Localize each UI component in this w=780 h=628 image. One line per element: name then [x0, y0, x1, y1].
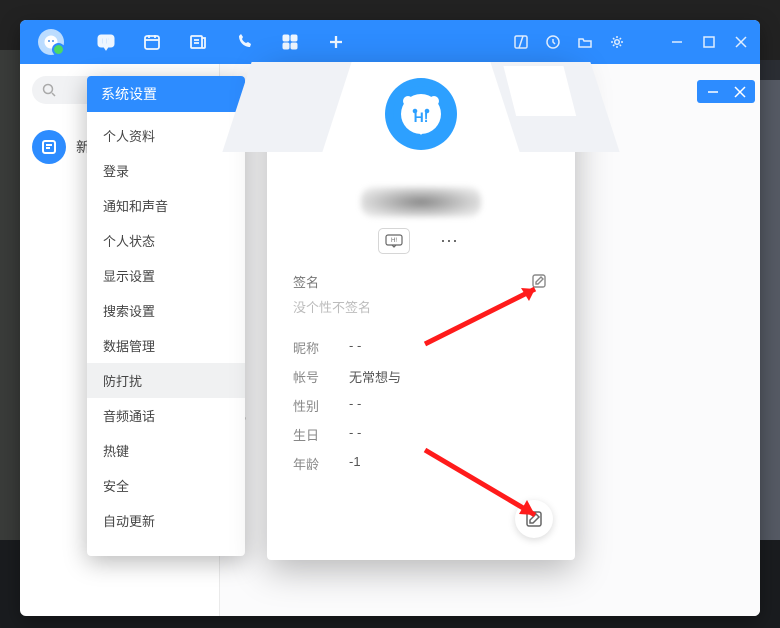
annotation-arrow	[415, 274, 565, 354]
tab-calendar[interactable]	[142, 32, 162, 52]
svg-text:H!: H!	[414, 109, 429, 125]
field-label: 昵称	[293, 338, 323, 357]
settings-item-0[interactable]: 个人资料	[87, 118, 245, 153]
field-value: -1	[349, 454, 361, 473]
calendar-icon	[143, 33, 161, 51]
screenshot-button[interactable]	[514, 35, 528, 49]
conversation-avatar	[32, 130, 66, 164]
window-close[interactable]	[734, 35, 748, 49]
tab-call[interactable]	[234, 32, 254, 52]
news-icon	[189, 33, 207, 51]
status-online-dot	[52, 43, 65, 56]
settings-item-5[interactable]: 搜索设置	[87, 293, 245, 328]
settings-item-8[interactable]: 音频通话	[87, 398, 245, 433]
settings-item-2[interactable]: 通知和声音	[87, 188, 245, 223]
gear-icon	[610, 35, 624, 49]
tab-add[interactable]	[326, 32, 346, 52]
settings-button[interactable]	[610, 35, 624, 49]
profile-actions: H! ···	[267, 228, 575, 254]
titlebar-tabs: H!	[96, 32, 346, 52]
settings-item-10[interactable]: 安全	[87, 468, 245, 503]
settings-item-11[interactable]: 自动更新	[87, 503, 245, 538]
signature-label: 签名	[293, 272, 319, 291]
background-window-controls	[697, 80, 755, 103]
profile-header: H!	[267, 62, 575, 182]
profile-field: 帐号 无常想与	[293, 367, 549, 386]
bg-minimize[interactable]	[705, 84, 720, 99]
settings-item-4[interactable]: 显示设置	[87, 258, 245, 293]
settings-panel: 系统设置 个人资料登录通知和声音个人状态显示设置搜索设置数据管理防打扰音频通话热…	[87, 76, 245, 556]
tab-chat[interactable]: H!	[96, 32, 116, 52]
settings-item-1[interactable]: 登录	[87, 153, 245, 188]
close-icon	[734, 35, 748, 49]
settings-title: 系统设置	[87, 76, 245, 112]
profile-field: 性别 - -	[293, 396, 549, 415]
send-message-button[interactable]: H!	[378, 228, 410, 254]
user-avatar[interactable]	[38, 29, 64, 55]
avatar-icon: H!	[393, 86, 449, 142]
history-button[interactable]	[546, 35, 560, 49]
settings-list: 个人资料登录通知和声音个人状态显示设置搜索设置数据管理防打扰音频通话热键安全自动…	[87, 112, 245, 544]
files-button[interactable]	[578, 35, 592, 49]
folder-icon	[578, 35, 592, 49]
history-icon	[546, 35, 560, 49]
apps-icon	[281, 33, 299, 51]
settings-item-7[interactable]: 防打扰	[87, 363, 245, 398]
settings-item-9[interactable]: 热键	[87, 433, 245, 468]
tab-apps[interactable]	[280, 32, 300, 52]
profile-nickname-image	[267, 182, 575, 222]
settings-item-3[interactable]: 个人状态	[87, 223, 245, 258]
phone-icon	[235, 33, 253, 51]
window-minimize[interactable]	[670, 35, 684, 49]
chat-icon: H!	[96, 32, 116, 52]
screenshot-icon	[514, 35, 528, 49]
settings-item-6[interactable]: 数据管理	[87, 328, 245, 363]
maximize-icon	[702, 35, 716, 49]
more-actions-button[interactable]: ···	[434, 228, 464, 252]
tab-news[interactable]	[188, 32, 208, 52]
minimize-icon	[670, 35, 684, 49]
field-label: 生日	[293, 425, 323, 444]
plus-icon	[327, 33, 345, 51]
backdrop	[0, 50, 22, 590]
chat-bubble-icon: H!	[385, 234, 403, 248]
field-label: 性别	[293, 396, 323, 415]
search-icon	[42, 83, 56, 97]
titlebar: H!	[20, 20, 760, 64]
annotation-arrow	[415, 440, 565, 535]
field-value: - -	[349, 396, 361, 415]
field-label: 年龄	[293, 454, 323, 473]
field-value: 无常想与	[349, 367, 401, 386]
svg-text:H!: H!	[102, 37, 110, 46]
titlebar-right	[514, 35, 748, 49]
field-value: - -	[349, 338, 361, 357]
field-label: 帐号	[293, 367, 323, 386]
bg-close[interactable]	[732, 84, 747, 99]
field-value: - -	[349, 425, 361, 444]
window-maximize[interactable]	[702, 35, 716, 49]
svg-text:H!: H!	[391, 238, 397, 244]
note-icon	[40, 138, 58, 156]
profile-avatar[interactable]: H!	[385, 78, 457, 150]
